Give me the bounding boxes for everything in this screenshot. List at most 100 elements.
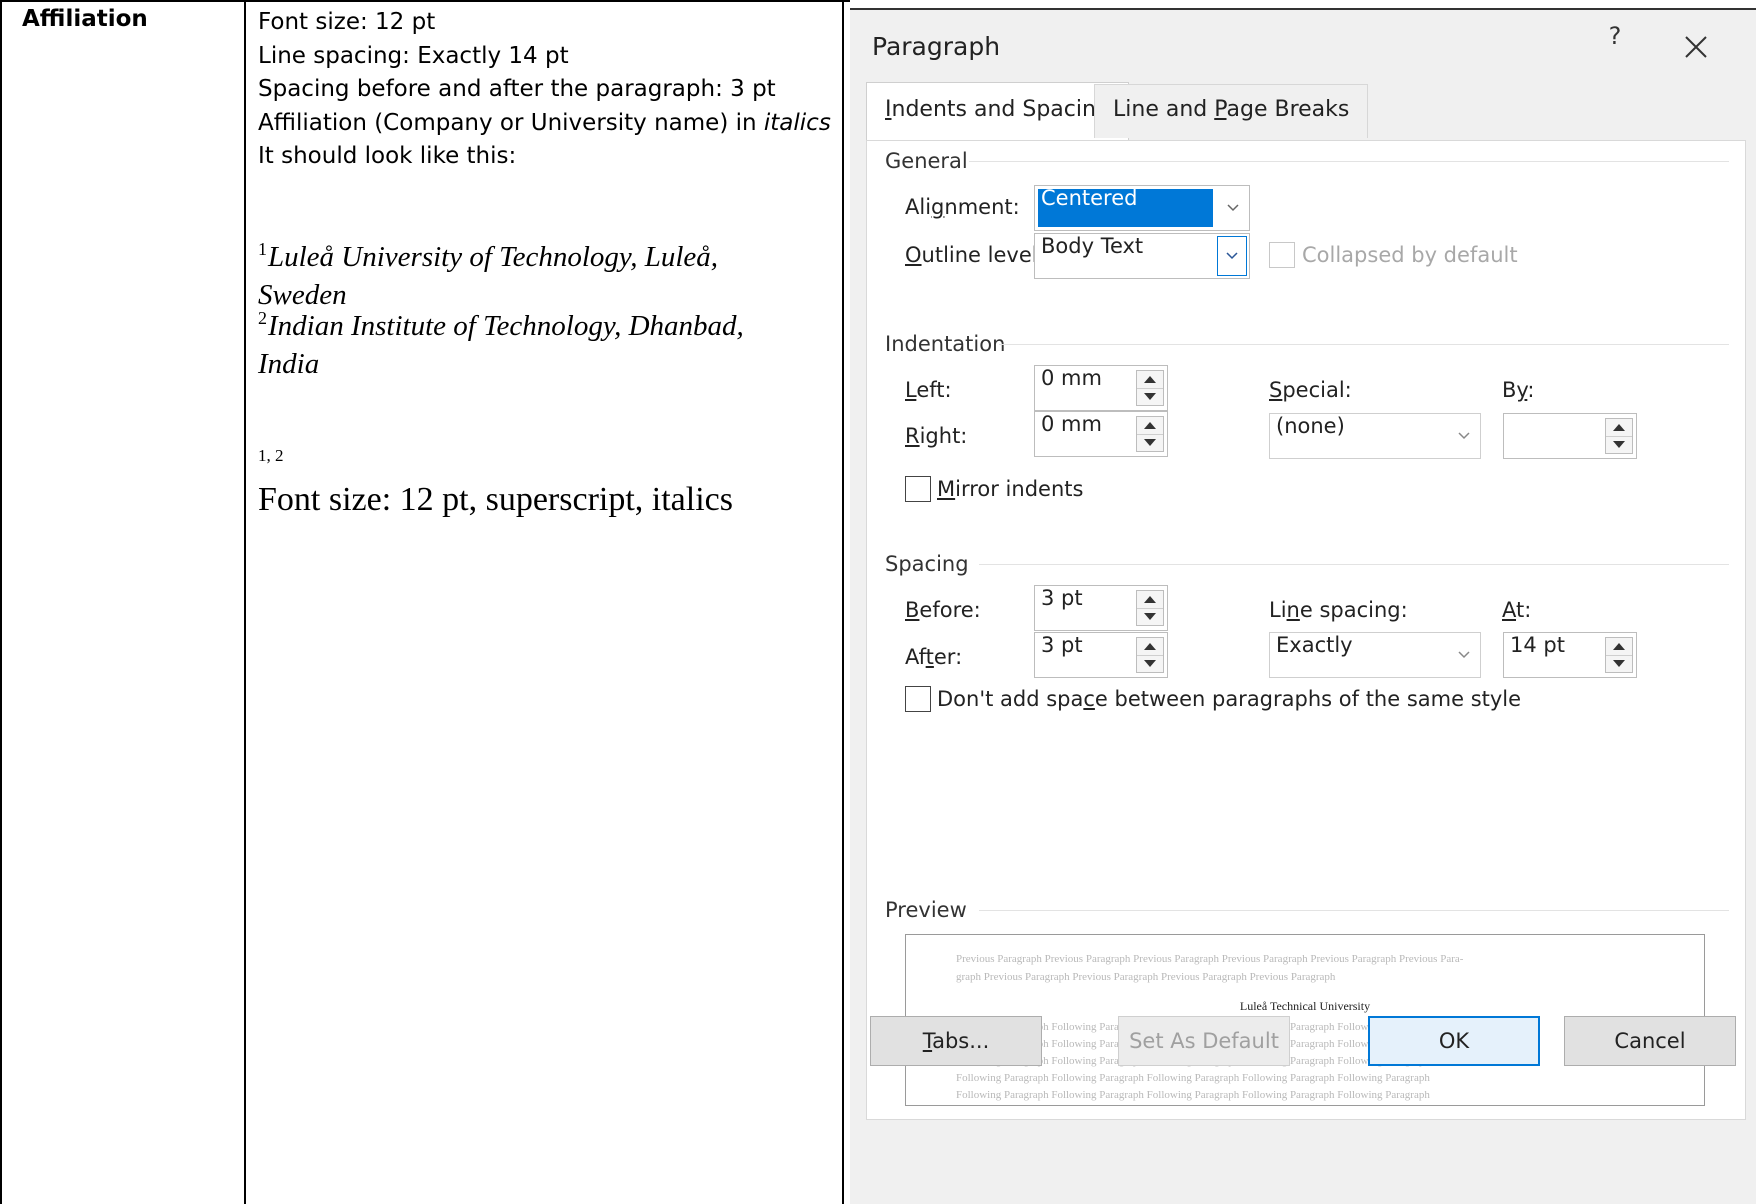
label-post: : <box>1527 378 1535 402</box>
close-button[interactable] <box>1662 22 1732 72</box>
by-label: By: <box>1502 378 1534 402</box>
special-value: (none) <box>1276 414 1345 438</box>
special-dropdown[interactable]: (none) <box>1269 413 1481 459</box>
tab-panel: General Alignment: Centered Outline leve… <box>866 140 1746 1120</box>
alignment-dropdown-arrow[interactable] <box>1217 186 1249 230</box>
tab-label-pre: Line and <box>1113 97 1215 122</box>
help-button[interactable]: ? <box>1590 22 1640 72</box>
spin-up-button[interactable] <box>1606 419 1632 437</box>
triangle-down-icon <box>1144 613 1156 620</box>
label-pre: Ali <box>905 195 932 219</box>
at-input[interactable]: 14 pt <box>1503 632 1637 678</box>
label-post: eft: <box>916 378 952 402</box>
alignment-label: Alignment: <box>905 195 1020 219</box>
superscript-1: 1 <box>258 239 267 259</box>
indent-right-value: 0 mm <box>1041 412 1102 436</box>
by-input[interactable] <box>1503 413 1637 459</box>
by-spinner <box>1605 418 1633 454</box>
line-spacing-value: Exactly <box>1276 633 1353 657</box>
preview-previous-line: graph Previous Paragraph Previous Paragr… <box>956 971 1336 983</box>
tabs-button[interactable]: Tabs... <box>870 1016 1042 1066</box>
instruction-font-size: Font size: 12 pt <box>258 9 436 35</box>
label-pre: B <box>1502 378 1517 402</box>
instruction-paragraph-spacing: Spacing before and after the paragraph: … <box>258 76 776 102</box>
instructions-cell: Font size: 12 pt Line spacing: Exactly 1… <box>258 6 848 174</box>
line-spacing-dropdown[interactable]: Exactly <box>1269 632 1481 678</box>
label-pre: Don't add spa <box>937 687 1084 711</box>
triangle-up-icon <box>1613 424 1625 431</box>
line-spacing-dropdown-arrow[interactable] <box>1448 633 1480 677</box>
example-affiliation-2-continued: India <box>258 347 320 380</box>
triangle-up-icon <box>1144 643 1156 650</box>
table-right-border <box>842 0 844 1204</box>
dialog-title: Paragraph <box>872 32 1001 61</box>
triangle-down-icon <box>1144 660 1156 667</box>
example-affiliation-1: 1Luleå University of Technology, Luleå, … <box>258 239 848 312</box>
label-mnemonic: t <box>925 645 934 669</box>
label-post: er: <box>933 645 963 669</box>
spin-up-button[interactable] <box>1137 638 1163 656</box>
tab-line-and-page-breaks[interactable]: Line and Page Breaks <box>1094 84 1369 138</box>
indent-left-input[interactable]: 0 mm <box>1034 365 1168 411</box>
superscript-2: 2 <box>258 308 267 328</box>
spin-down-button[interactable] <box>1606 436 1632 453</box>
row-label-affiliation: Affiliation <box>22 6 148 32</box>
spacing-after-input[interactable]: 3 pt <box>1034 632 1168 678</box>
spacing-after-label: After: <box>905 645 962 669</box>
cancel-button[interactable]: Cancel <box>1564 1016 1736 1066</box>
table-top-border <box>0 0 850 2</box>
close-icon <box>1685 36 1707 58</box>
example-affiliation-1-text: Luleå University of Technology, Luleå, <box>268 241 719 273</box>
set-as-default-button[interactable]: Set As Default <box>1118 1016 1290 1066</box>
at-spinner <box>1605 637 1633 673</box>
indent-left-value: 0 mm <box>1041 366 1102 390</box>
special-label: Special: <box>1269 378 1352 402</box>
special-dropdown-arrow[interactable] <box>1448 414 1480 458</box>
outline-level-dropdown-arrow[interactable] <box>1217 236 1247 276</box>
label-mnemonic: L <box>905 378 917 402</box>
tab-indents-and-spacing[interactable]: Indents and Spacing <box>866 82 1129 140</box>
example-line-1: 1Luleå University of Technology, Luleå, <box>258 239 848 278</box>
spin-down-button[interactable] <box>1137 434 1163 451</box>
spin-up-button[interactable] <box>1606 638 1632 656</box>
triangle-down-icon <box>1613 660 1625 667</box>
at-value: 14 pt <box>1510 633 1565 657</box>
chevron-down-icon <box>1458 651 1470 659</box>
tab-label-mnemonic: P <box>1214 97 1227 122</box>
section-preview-heading: Preview <box>885 898 967 922</box>
dont-add-space-checkbox[interactable] <box>905 686 931 712</box>
table-left-border <box>0 0 2 1204</box>
spacing-after-spinner <box>1136 637 1164 673</box>
spin-up-button[interactable] <box>1137 371 1163 389</box>
label-post: nment: <box>944 195 1020 219</box>
indent-right-label: Right: <box>905 424 967 448</box>
spin-down-button[interactable] <box>1137 655 1163 672</box>
outline-level-value: Body Text <box>1041 234 1144 258</box>
spin-up-button[interactable] <box>1137 591 1163 609</box>
section-divider <box>969 161 1729 162</box>
preview-previous-line: Previous Paragraph Previous Paragraph Pr… <box>956 953 1464 965</box>
triangle-up-icon <box>1144 422 1156 429</box>
outline-level-dropdown[interactable]: Body Text <box>1034 233 1250 279</box>
spin-down-button[interactable] <box>1137 608 1163 625</box>
tab-label-post: age Breaks <box>1226 97 1350 122</box>
spin-down-button[interactable] <box>1137 388 1163 405</box>
label-post: pecial: <box>1282 378 1352 402</box>
mirror-indents-checkbox[interactable] <box>905 476 931 502</box>
triangle-up-icon <box>1613 643 1625 650</box>
ok-button[interactable]: OK <box>1368 1016 1540 1066</box>
label-mnemonic: A <box>1502 598 1516 622</box>
label-mnemonic: T <box>922 1029 933 1053</box>
section-divider <box>979 564 1729 565</box>
label-post: ight: <box>919 424 968 448</box>
indent-right-input[interactable]: 0 mm <box>1034 411 1168 457</box>
spin-down-button[interactable] <box>1606 655 1632 672</box>
instruction-line-spacing: Line spacing: Exactly 14 pt <box>258 42 569 69</box>
spacing-before-input[interactable]: 3 pt <box>1034 585 1168 631</box>
spin-up-button[interactable] <box>1137 417 1163 435</box>
collapsed-by-default-checkbox[interactable] <box>1269 242 1295 268</box>
label-post: e between paragraphs of the same style <box>1094 687 1522 711</box>
label-post: e spacing: <box>1299 598 1408 622</box>
label-mnemonic: n <box>1286 598 1300 622</box>
alignment-dropdown[interactable]: Centered <box>1034 185 1250 231</box>
